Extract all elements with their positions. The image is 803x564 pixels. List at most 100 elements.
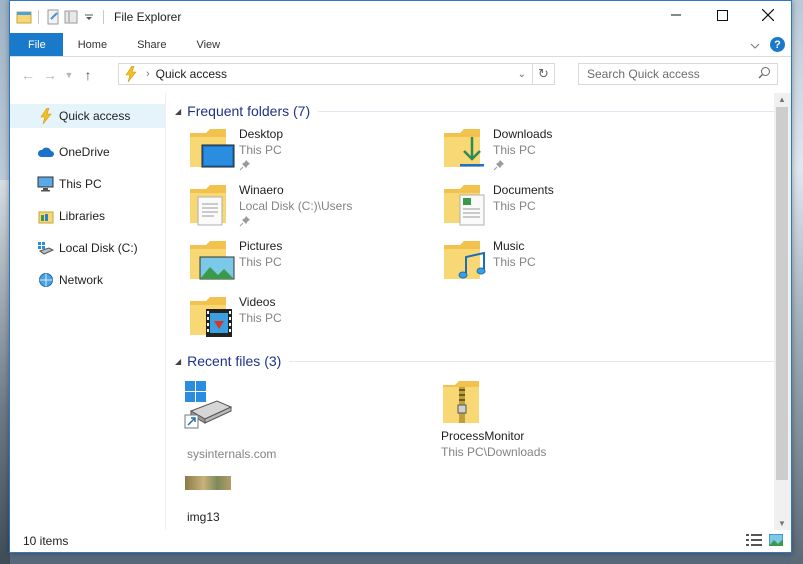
folder-info: Documents This PC: [493, 179, 554, 213]
recent-file-name: ProcessMonitor: [441, 429, 525, 443]
expand-ribbon-icon[interactable]: [750, 38, 760, 52]
sidebar-item-libraries[interactable]: Libraries: [10, 200, 165, 232]
folder-info: Videos This PC: [239, 291, 282, 325]
status-bar: 10 items: [10, 529, 791, 552]
videos-folder-icon: [188, 291, 236, 339]
item-count: 10 items: [23, 533, 69, 548]
search-placeholder[interactable]: Search Quick access: [587, 67, 758, 81]
up-button[interactable]: ↑: [77, 67, 99, 83]
quick-access-icon: [124, 66, 138, 82]
recent-file-location: This PC\Downloads: [441, 445, 547, 459]
folder-location: This PC: [239, 311, 282, 325]
folder-tile-desktop[interactable]: Desktop This PC: [175, 123, 429, 179]
image-thumbnail: [185, 476, 231, 490]
folder-info: Desktop This PC: [239, 123, 283, 174]
toolbar-separator: [103, 10, 104, 24]
folder-name: Winaero: [239, 183, 284, 197]
app-folder-icon: [16, 9, 32, 25]
desktop-background-right: [791, 0, 803, 564]
recent-item-sysinternals[interactable]: sysinternals.com: [183, 379, 313, 469]
address-bar[interactable]: › Quick access ⌄: [118, 63, 533, 85]
search-icon[interactable]: [758, 66, 771, 82]
quick-access-icon: [37, 108, 54, 125]
folder-tile-downloads[interactable]: Downloads This PC: [429, 123, 683, 179]
pictures-folder-icon: [188, 235, 236, 283]
tab-home[interactable]: Home: [63, 33, 122, 56]
network-icon: [37, 272, 54, 289]
folder-name: Pictures: [239, 239, 283, 253]
recent-item-img13[interactable]: img13: [183, 476, 283, 526]
forward-button[interactable]: →: [39, 67, 61, 83]
recent-files-grid: sysinternals.com ProcessMonitor This PC\…: [175, 373, 791, 543]
recent-file-name: sysinternals.com: [187, 447, 277, 461]
sidebar-item-label: This PC: [59, 177, 102, 191]
folder-location: Local Disk (C:)\Users: [239, 199, 353, 213]
zip-folder-icon: [441, 379, 481, 428]
properties-icon[interactable]: [45, 9, 61, 25]
breadcrumb-separator[interactable]: ›: [146, 68, 150, 80]
sidebar-item-label: OneDrive: [59, 145, 110, 159]
sidebar-item-label: Libraries: [59, 209, 106, 223]
sidebar-item-this-pc[interactable]: This PC: [10, 168, 165, 200]
folder-name: Downloads: [493, 127, 553, 141]
details-view-icon[interactable]: [746, 534, 762, 549]
folder-info: Winaero Local Disk (C:)\Users: [239, 179, 352, 230]
sidebar-item-quick-access[interactable]: Quick access: [10, 104, 165, 128]
folder-location: This PC: [493, 255, 536, 269]
folder-tile-music[interactable]: Music This PC: [429, 235, 683, 291]
title-bar[interactable]: File Explorer: [10, 1, 791, 33]
folder-name: Music: [493, 239, 525, 253]
folder-info: Downloads This PC: [493, 123, 552, 174]
folder-tile-videos[interactable]: Videos This PC: [175, 291, 429, 347]
scroll-down-icon[interactable]: ▼: [778, 519, 786, 528]
breadcrumb-quick-access[interactable]: Quick access: [156, 67, 227, 81]
maximize-button[interactable]: [699, 1, 745, 29]
folder-location: This PC: [493, 199, 536, 213]
help-icon[interactable]: ?: [770, 37, 785, 52]
group-title: Recent files (3): [187, 353, 282, 369]
sidebar-item-network[interactable]: Network: [10, 264, 165, 296]
content-area: Quick access OneDrive This PC Libraries: [10, 93, 791, 530]
folder-tile-documents[interactable]: Documents This PC: [429, 179, 683, 235]
recent-files-header[interactable]: ◢ Recent files (3): [175, 349, 791, 373]
tab-share[interactable]: Share: [122, 33, 181, 56]
folder-name: Documents: [493, 183, 554, 197]
sidebar-item-onedrive[interactable]: OneDrive: [10, 136, 165, 168]
folder-tile-winaero[interactable]: Winaero Local Disk (C:)\Users: [175, 179, 429, 235]
this-pc-icon: [37, 176, 54, 193]
window-title: File Explorer: [114, 10, 182, 24]
collapse-caret-icon[interactable]: ◢: [175, 107, 181, 116]
sidebar-item-local-disk[interactable]: Local Disk (C:): [10, 232, 165, 264]
new-folder-icon[interactable]: [63, 9, 79, 25]
collapse-caret-icon[interactable]: ◢: [175, 357, 181, 366]
recent-item-processmonitor[interactable]: ProcessMonitor This PC\Downloads: [441, 379, 601, 469]
folder-location: This PC: [493, 143, 536, 157]
folder-tile-pictures[interactable]: Pictures This PC: [175, 235, 429, 291]
folder-name: Videos: [239, 295, 276, 309]
close-button[interactable]: [745, 1, 791, 29]
group-title: Frequent folders (7): [187, 103, 311, 119]
vertical-scrollbar[interactable]: ▲ ▼: [774, 93, 791, 530]
minimize-button[interactable]: [653, 1, 699, 29]
folder-info: Pictures This PC: [239, 235, 282, 269]
tab-view[interactable]: View: [181, 33, 235, 56]
pin-icon[interactable]: [493, 159, 552, 174]
address-dropdown-icon[interactable]: ⌄: [518, 69, 526, 80]
recent-locations-button[interactable]: ▼: [61, 70, 77, 80]
scroll-up-icon[interactable]: ▲: [778, 95, 786, 104]
back-button[interactable]: ←: [17, 67, 39, 83]
customize-toolbar-icon[interactable]: [81, 9, 97, 25]
folder-info: Music This PC: [493, 235, 536, 269]
group-divider: [289, 360, 777, 362]
large-icons-view-icon[interactable]: [768, 533, 784, 549]
scrollbar-thumb[interactable]: [776, 107, 788, 480]
winaero-folder-icon: [188, 179, 236, 227]
frequent-folders-header[interactable]: ◢ Frequent folders (7): [175, 99, 791, 123]
pin-icon[interactable]: [239, 159, 283, 174]
quick-access-toolbar: [10, 9, 108, 25]
pin-icon[interactable]: [239, 215, 352, 230]
tab-file[interactable]: File: [10, 33, 63, 56]
refresh-button[interactable]: ↻: [533, 63, 555, 85]
search-box[interactable]: Search Quick access: [578, 63, 778, 85]
recent-file-name: img13: [187, 510, 220, 524]
